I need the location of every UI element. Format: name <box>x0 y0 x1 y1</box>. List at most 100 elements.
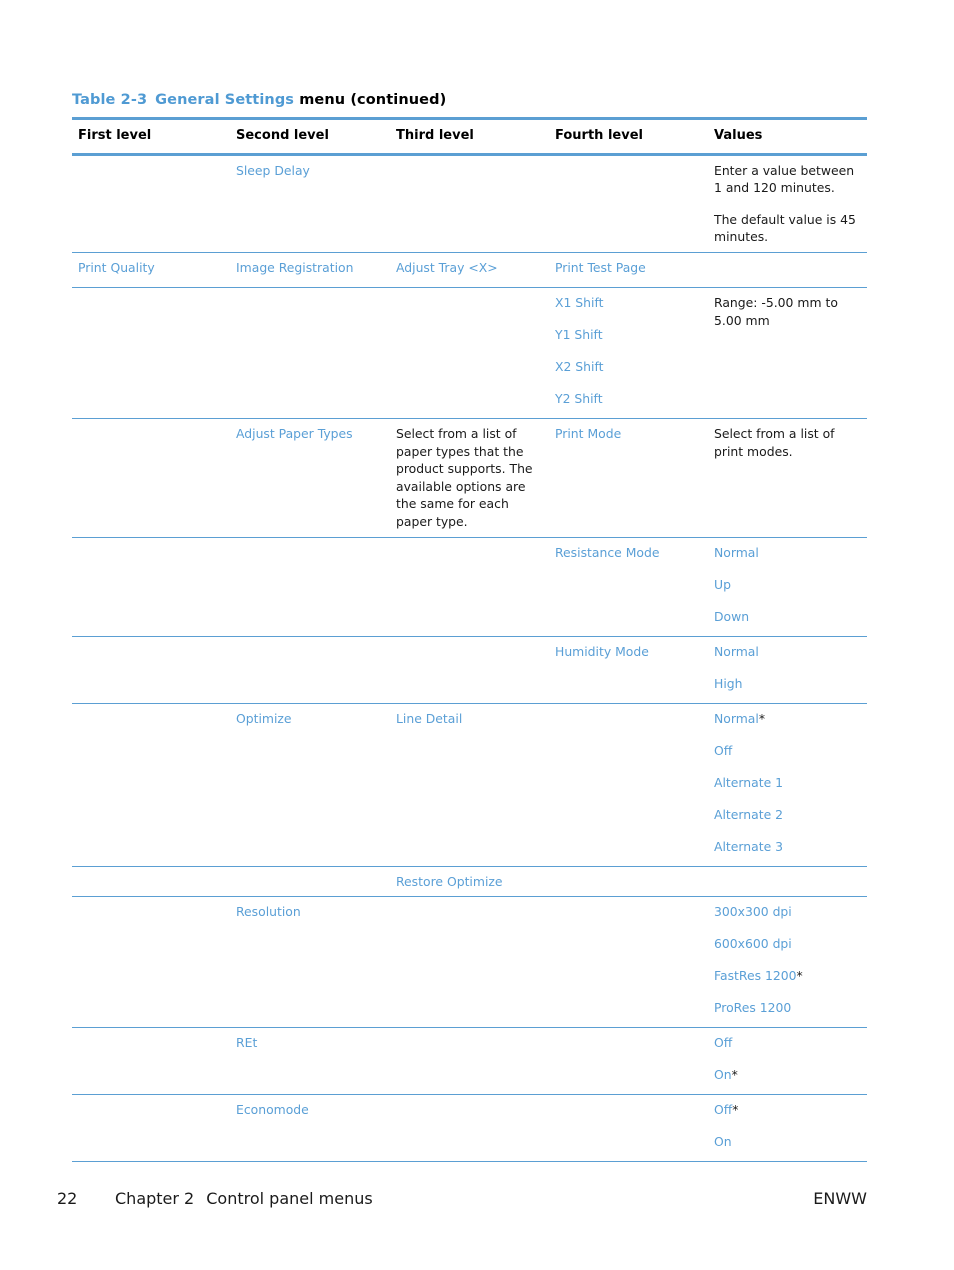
cell-third-level <box>390 287 549 418</box>
fourth-level-item[interactable]: Y2 Shift <box>555 391 603 406</box>
value-option-label[interactable]: 600x600 dpi <box>714 936 792 951</box>
menu-name-link[interactable]: General Settings <box>155 92 294 108</box>
value-option-label[interactable]: Alternate 1 <box>714 775 783 790</box>
cell-second-level <box>230 866 390 897</box>
cell-first-level: Print Quality <box>72 252 230 287</box>
value-option-label[interactable]: Normal <box>714 545 759 560</box>
cell-fourth-level: Print Test Page <box>549 252 708 287</box>
value-description: Enter a value between 1 and 120 minutes. <box>714 162 855 196</box>
second-level-item[interactable]: REt <box>236 1035 257 1050</box>
cell-first-level <box>72 866 230 897</box>
header-first-level: First level <box>78 128 152 143</box>
default-marker: * <box>758 710 766 726</box>
value-option-label[interactable]: Off <box>714 743 732 758</box>
cell-third-level <box>390 537 549 636</box>
cell-second-level: Image Registration <box>230 252 390 287</box>
cell-third-level <box>390 1095 549 1162</box>
cell-third-level <box>390 154 549 252</box>
cell-second-level: Sleep Delay <box>230 154 390 252</box>
fourth-level-item[interactable]: X2 Shift <box>555 359 603 374</box>
table-number: Table 2-3 <box>72 92 148 108</box>
table-row: Restore Optimize <box>72 866 867 897</box>
value-option: Off <box>714 742 861 774</box>
fourth-level-item[interactable]: Resistance Mode <box>555 545 659 560</box>
cell-second-level: REt <box>230 1028 390 1095</box>
cell-third-level: Select from a list of paper types that t… <box>390 418 549 537</box>
second-level-item[interactable]: Adjust Paper Types <box>236 426 353 441</box>
value-option-label[interactable]: Alternate 2 <box>714 807 783 822</box>
cell-fourth-level: X1 Shift Y1 Shift X2 Shift Y2 Shift <box>549 287 708 418</box>
cell-values: Off* On <box>708 1095 867 1162</box>
cell-second-level: Resolution <box>230 897 390 1028</box>
table-row: Sleep Delay Enter a value between 1 and 1… <box>72 154 867 253</box>
third-level-description: Select from a list of paper types that t… <box>396 425 533 529</box>
value-option-label[interactable]: Normal <box>714 644 759 659</box>
value-option: Normal* <box>714 710 861 742</box>
value-option: Normal <box>714 643 861 675</box>
cell-second-level: Adjust Paper Types <box>230 418 390 537</box>
cell-fourth-level <box>549 154 708 252</box>
table-row: Optimize Line Detail Normal* Off Alternate 1… <box>72 703 867 867</box>
cell-values <box>708 252 867 287</box>
second-level-item[interactable]: Resolution <box>236 904 301 919</box>
fourth-level-item[interactable]: Print Mode <box>555 426 621 441</box>
cell-first-level <box>72 287 230 418</box>
value-option-label[interactable]: Down <box>714 609 749 624</box>
second-level-item[interactable]: Economode <box>236 1102 309 1117</box>
value-option-label[interactable]: Normal <box>714 711 759 726</box>
doc-code: ENWW <box>813 1189 867 1208</box>
table-row: Resistance Mode Normal Up Down <box>72 537 867 637</box>
cell-fourth-level: Humidity Mode <box>549 636 708 703</box>
cell-values: Range: -5.00 mm to 5.00 mm <box>708 287 867 418</box>
value-option-label[interactable]: ProRes 1200 <box>714 1000 791 1015</box>
cell-values: Normal Up Down <box>708 537 867 636</box>
chapter-label: Chapter 2 Control panel menus <box>115 1189 373 1208</box>
value-option-label[interactable]: 300x300 dpi <box>714 904 792 919</box>
cell-fourth-level: Resistance Mode <box>549 537 708 636</box>
fourth-level-item[interactable]: Y1 Shift <box>555 327 603 342</box>
second-level-item[interactable]: Sleep Delay <box>236 163 310 178</box>
second-level-item[interactable]: Optimize <box>236 711 292 726</box>
value-option-label[interactable]: High <box>714 676 742 691</box>
value-option-label[interactable]: On <box>714 1134 732 1149</box>
table-row: Humidity Mode Normal High <box>72 636 867 704</box>
cell-third-level: Line Detail <box>390 703 549 866</box>
table-row: Adjust Paper Types Select from a list of … <box>72 418 867 538</box>
cell-second-level <box>230 537 390 636</box>
cell-first-level <box>72 418 230 537</box>
fourth-level-item[interactable]: Print Test Page <box>555 260 646 275</box>
second-level-item[interactable]: Image Registration <box>236 260 353 275</box>
cell-values: Normal* Off Alternate 1 Alternate 2 Alternat… <box>708 703 867 866</box>
cell-third-level <box>390 897 549 1028</box>
cell-values: 300x300 dpi 600x600 dpi FastRes 1200* ProRe… <box>708 897 867 1028</box>
table-header-row: First level Second level Third level Fou… <box>72 118 867 155</box>
value-option: 600x600 dpi <box>714 935 861 967</box>
value-option-label[interactable]: On <box>714 1067 732 1082</box>
cell-first-level <box>72 154 230 252</box>
third-level-item[interactable]: Line Detail <box>396 711 462 726</box>
value-description: Select from a list of print modes. <box>714 425 835 459</box>
third-level-item[interactable]: Restore Optimize <box>396 874 503 889</box>
cell-values: Off On* <box>708 1028 867 1095</box>
value-option-label[interactable]: Alternate 3 <box>714 839 783 854</box>
value-option: Down <box>714 608 861 630</box>
cell-first-level <box>72 703 230 866</box>
cell-second-level: Optimize <box>230 703 390 866</box>
table-row: REt Off On* <box>72 1028 867 1095</box>
value-option: ProRes 1200 <box>714 999 861 1021</box>
cell-third-level <box>390 636 549 703</box>
table-row: Resolution 300x300 dpi 600x600 dpi FastRes … <box>72 897 867 1028</box>
fourth-level-item[interactable]: Humidity Mode <box>555 644 649 659</box>
value-option-label[interactable]: Off <box>714 1102 732 1117</box>
value-option-label[interactable]: FastRes 1200 <box>714 968 797 983</box>
cell-first-level <box>72 897 230 1028</box>
value-option-label[interactable]: Up <box>714 577 731 592</box>
value-option-label[interactable]: Off <box>714 1035 732 1050</box>
third-level-item[interactable]: Adjust Tray <X> <box>396 260 498 275</box>
first-level-item[interactable]: Print Quality <box>78 260 155 275</box>
cell-first-level <box>72 1028 230 1095</box>
cell-values <box>708 866 867 897</box>
table-row: Economode Off* On <box>72 1095 867 1162</box>
cell-second-level <box>230 636 390 703</box>
fourth-level-item[interactable]: X1 Shift <box>555 295 603 310</box>
